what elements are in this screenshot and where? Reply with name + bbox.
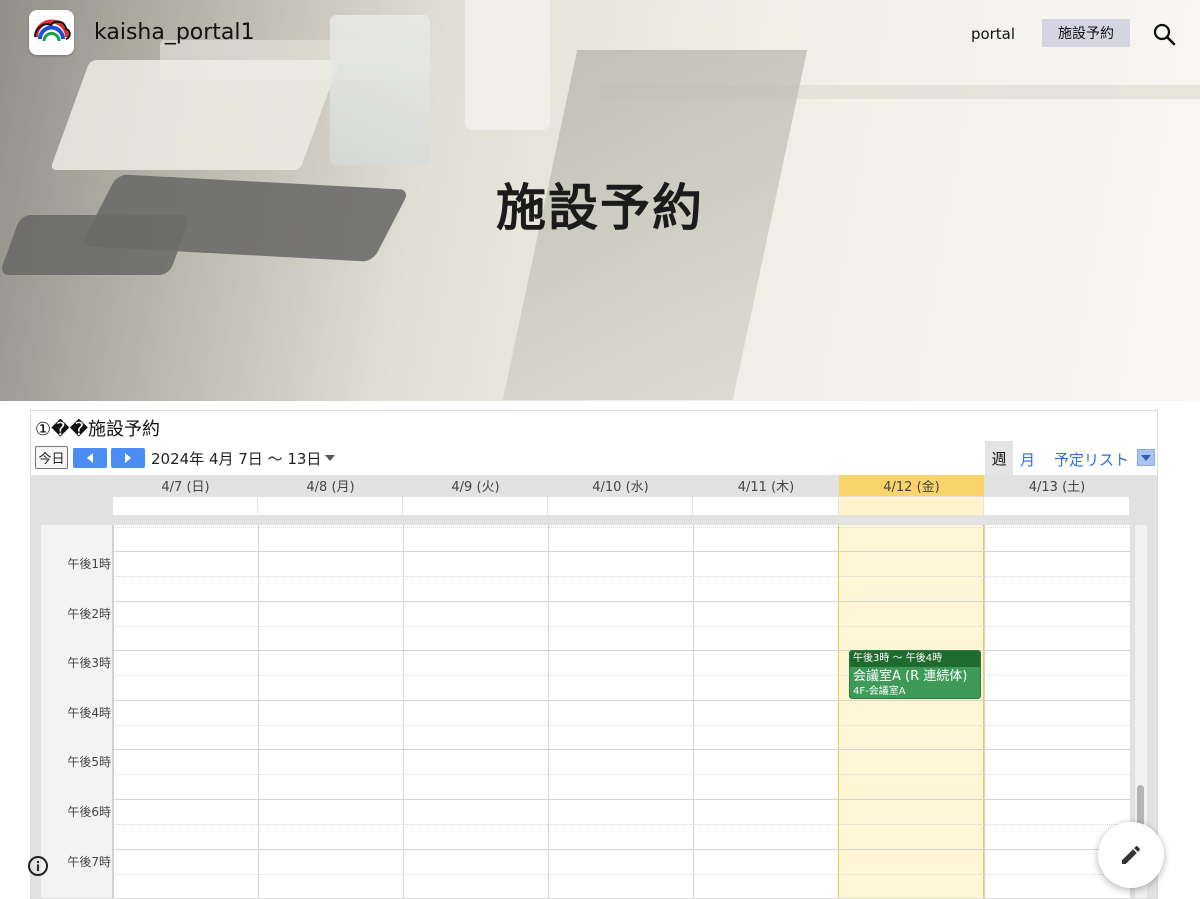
info-icon[interactable]: [24, 852, 52, 880]
calendar-event[interactable]: 午後3時 〜 午後4時 会議室A (R 連続体) 4F-会議室A: [849, 650, 981, 699]
day-header: 4/11 (木): [737, 480, 795, 495]
edit-button[interactable]: [1098, 822, 1164, 888]
time-label: 午後5時: [67, 755, 111, 769]
tab-schedule-list[interactable]: 予定リスト: [1054, 449, 1129, 470]
chevron-left-icon: [87, 453, 93, 463]
search-icon[interactable]: [1148, 18, 1180, 50]
day-header: 4/8 (月): [306, 480, 355, 495]
allday-cell[interactable]: [693, 497, 838, 515]
page-title: 施設予約: [496, 179, 704, 237]
day-header: 4/9 (火): [451, 480, 500, 495]
event-title: 会議室A (R 連続体): [853, 669, 968, 684]
chevron-down-icon: [1141, 454, 1151, 461]
allday-cell[interactable]: [548, 497, 692, 515]
nav-item-facility-booking[interactable]: 施設予約: [1042, 19, 1130, 47]
time-label: 午後1時: [67, 557, 111, 571]
time-label: 午後2時: [67, 607, 111, 621]
allday-cell-today[interactable]: [839, 497, 983, 515]
day-header: 4/10 (水): [592, 480, 649, 495]
time-grid[interactable]: 午後1時 午後2時 午後3時 午後4時 午後5時 午後6時 午後7時 午後3時 …: [41, 525, 1130, 898]
time-label: 午後4時: [67, 706, 111, 720]
tab-month[interactable]: 月: [1020, 449, 1035, 470]
view-menu-dropdown[interactable]: [1137, 449, 1155, 466]
chevron-down-icon[interactable]: [325, 455, 335, 461]
site-title[interactable]: kaisha_portal1: [94, 20, 255, 45]
pencil-icon: [1122, 845, 1141, 864]
prev-week-button[interactable]: [73, 448, 107, 468]
time-label: 午後3時: [67, 656, 111, 670]
next-week-button[interactable]: [111, 448, 145, 468]
day-header: 4/13 (土): [1028, 480, 1086, 495]
week-calendar: 4/7 (日) 4/8 (月) 4/9 (火) 4/10 (水) 4/11 (木…: [31, 475, 1157, 898]
day-header: 4/7 (日): [161, 480, 210, 495]
nav-item-portal[interactable]: portal: [960, 20, 1026, 47]
site-logo[interactable]: [29, 10, 74, 55]
allday-cell[interactable]: [984, 497, 1129, 515]
time-label: 午後6時: [67, 805, 111, 819]
day-header-today: 4/12 (金): [839, 475, 984, 496]
today-column: [838, 525, 984, 898]
allday-cell[interactable]: [258, 497, 402, 515]
event-location: 4F-会議室A: [853, 686, 906, 697]
allday-cell[interactable]: [113, 497, 257, 515]
widget-title: ①��施設予約: [35, 419, 161, 440]
date-range: 2024年 4月 7日 〜 13日: [151, 450, 322, 468]
allday-cell[interactable]: [403, 497, 547, 515]
event-time: 午後3時 〜 午後4時: [850, 651, 980, 667]
chevron-right-icon: [125, 453, 131, 463]
today-button[interactable]: 今日: [35, 446, 68, 469]
tab-week[interactable]: 週: [985, 441, 1013, 475]
calendar-widget: ①��施設予約 今日 2024年 4月 7日 〜 13日 週 月 予定リスト 4…: [30, 410, 1158, 899]
